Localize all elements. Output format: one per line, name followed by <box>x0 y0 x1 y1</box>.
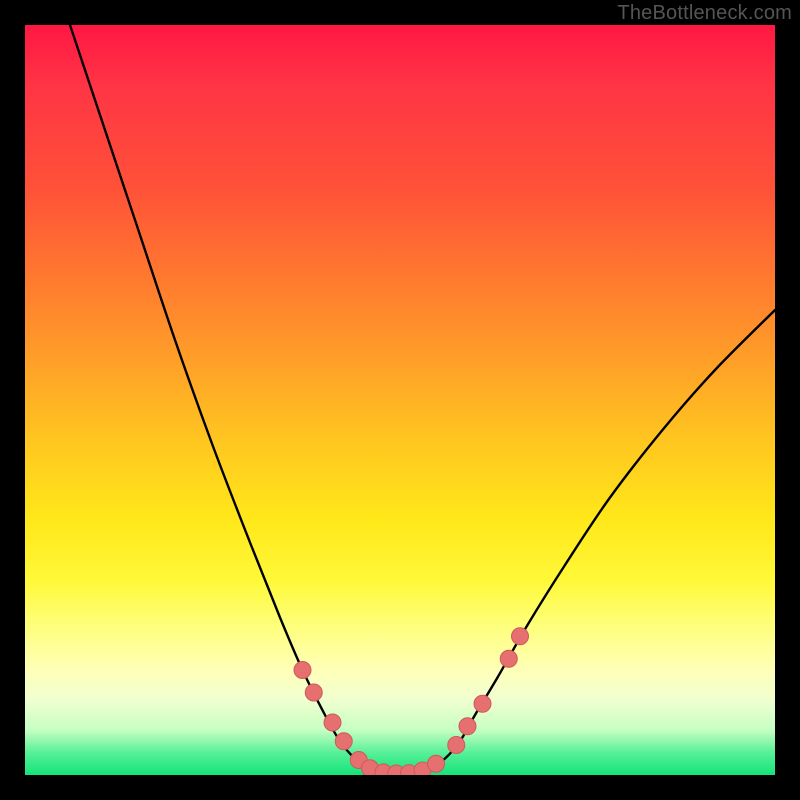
gradient-background <box>25 25 775 775</box>
plot-area <box>25 25 775 775</box>
chart-frame: TheBottleneck.com <box>0 0 800 800</box>
watermark-text: TheBottleneck.com <box>617 2 792 25</box>
